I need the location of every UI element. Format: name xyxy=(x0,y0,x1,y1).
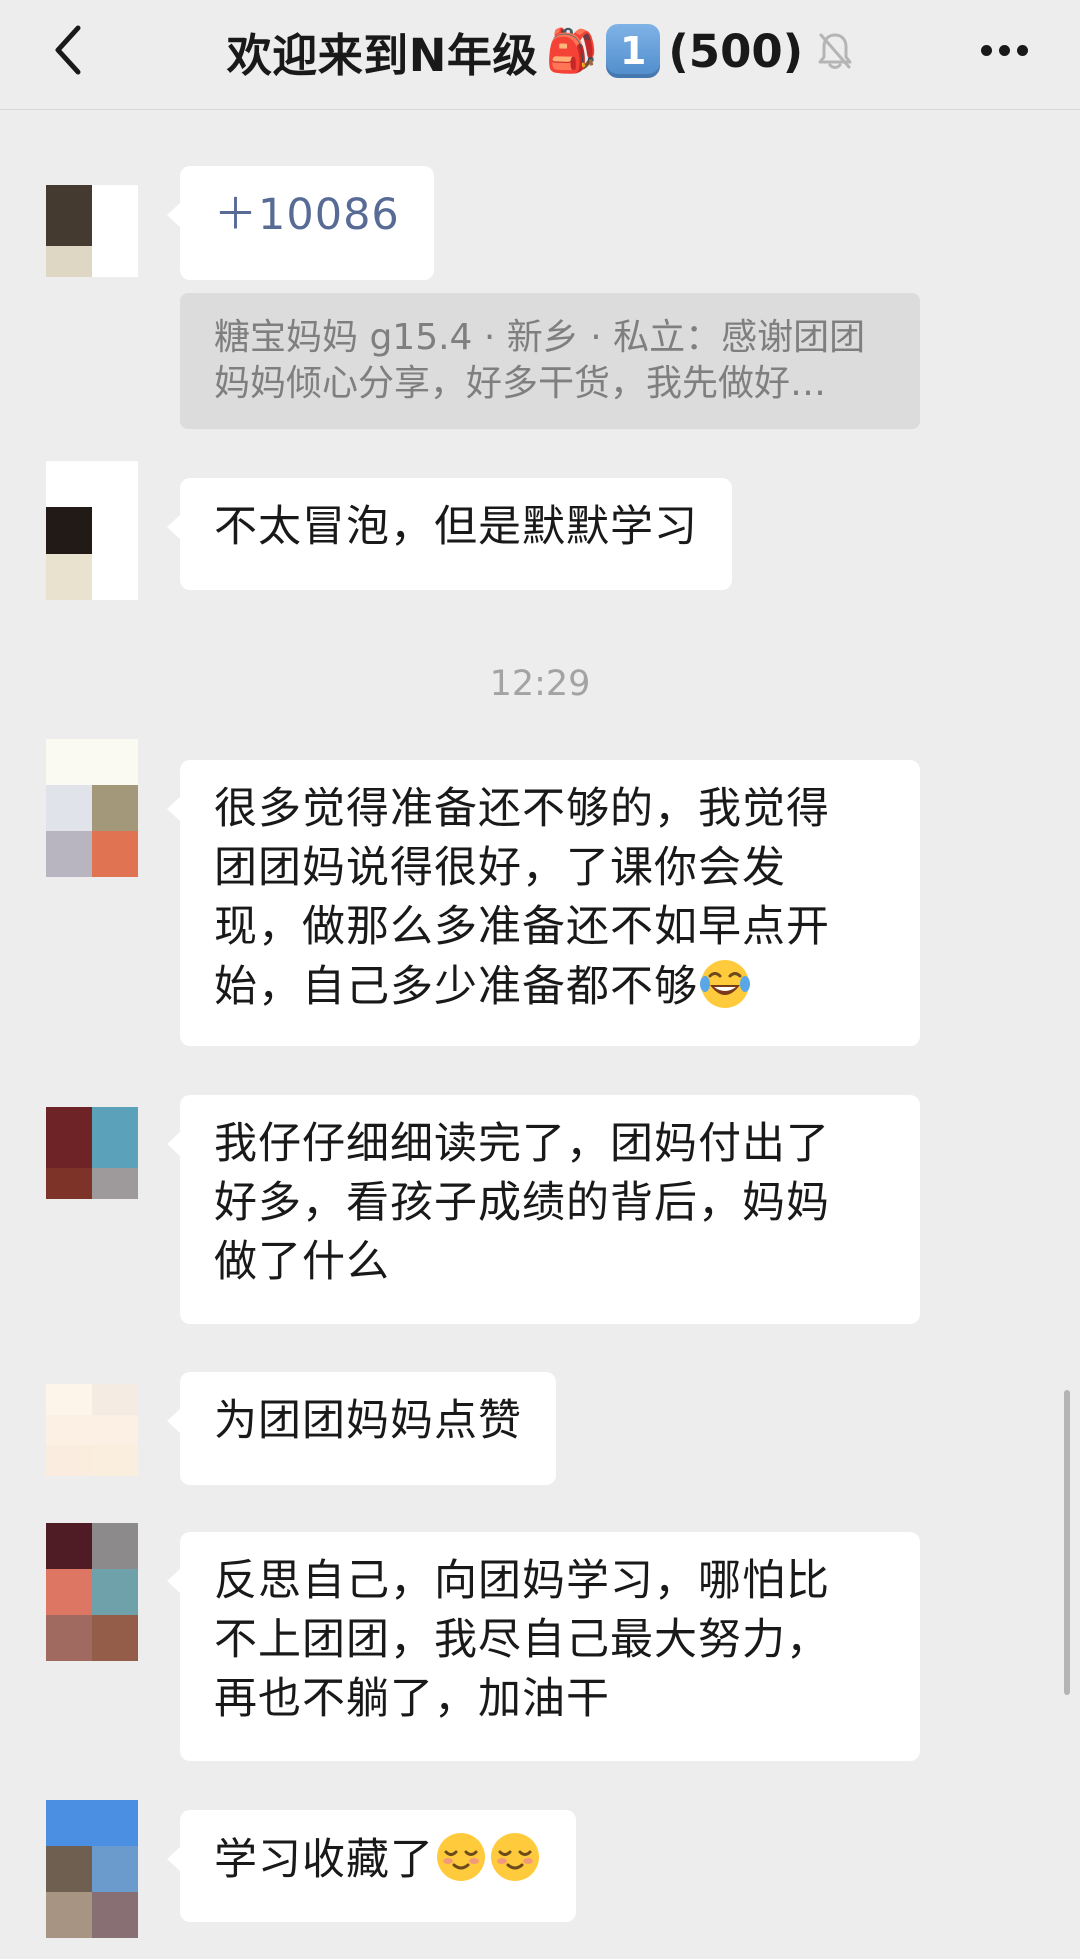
quote-line: 妈妈倾心分享，好多干货，我先做好… xyxy=(214,363,827,404)
chat-header: 欢迎来到N年级 🎒 1 (500) xyxy=(0,0,1080,110)
member-count: (500) xyxy=(668,24,804,78)
back-button[interactable] xyxy=(36,18,100,82)
group-name: 欢迎来到N年级 xyxy=(226,28,538,82)
quoted-message[interactable]: 糖宝妈妈 g15.4 · 新乡 · 私立：感谢团团 妈妈倾心分享，好多干货，我先… xyxy=(180,293,920,429)
chat-title[interactable]: 欢迎来到N年级 🎒 1 (500) xyxy=(140,14,940,88)
blushing-smile-emoji xyxy=(491,1833,539,1881)
message-line: 很多觉得准备还不够的，我觉得 xyxy=(214,784,830,834)
quote-line: 糖宝妈妈 g15.4 · 新乡 · 私立：感谢团团 xyxy=(214,317,866,358)
avatar[interactable] xyxy=(46,739,138,877)
more-dot xyxy=(998,44,1010,56)
more-dot xyxy=(1016,44,1028,56)
message-bubble[interactable]: 不太冒泡，但是默默学习 xyxy=(167,478,732,590)
avatar[interactable] xyxy=(46,185,138,277)
chevron-left-icon xyxy=(55,25,81,75)
message-bubble[interactable]: 很多觉得准备还不够的，我觉得 团团妈说得很好，了课你会发 现，做那么多准备还不如… xyxy=(167,760,920,1046)
bell-off-icon xyxy=(818,33,852,69)
backpack-icon: 🎒 xyxy=(545,26,599,75)
blushing-smile-emoji xyxy=(437,1833,485,1881)
more-options-button[interactable] xyxy=(964,26,1044,74)
message-bubble[interactable]: 学习收藏了 xyxy=(167,1810,576,1922)
message-text: 学习收藏了 xyxy=(214,1835,434,1885)
message-line: 再也不躺了，加油干 xyxy=(214,1674,610,1724)
avatar[interactable] xyxy=(46,1384,138,1476)
timestamp: 12:29 xyxy=(489,664,591,704)
message-bubble[interactable]: ＋10086 xyxy=(167,166,434,280)
laughing-tears-emoji xyxy=(700,960,750,1008)
message-line: 我仔仔细细读完了，团妈付出了 xyxy=(214,1119,830,1169)
avatar[interactable] xyxy=(46,461,138,600)
message-text: 不太冒泡，但是默默学习 xyxy=(214,502,698,552)
message-line: 反思自己，向团妈学习，哪怕比 xyxy=(214,1556,830,1606)
message-bubble[interactable]: 为团团妈妈点赞 xyxy=(167,1372,556,1485)
keycap-one-icon: 1 xyxy=(606,24,661,78)
message-bubble[interactable]: 我仔仔细细读完了，团妈付出了 好多，看孩子成绩的背后，妈妈 做了什么 xyxy=(167,1095,920,1324)
message-bubble[interactable]: 反思自己，向团妈学习，哪怕比 不上团团，我尽自己最大努力， 再也不躺了，加油干 xyxy=(167,1532,920,1761)
message-line: 始，自己多少准备都不够 xyxy=(214,962,698,1012)
more-dots-icon xyxy=(980,44,992,56)
message-line: 不上团团，我尽自己最大努力， xyxy=(214,1615,830,1665)
message-line: 做了什么 xyxy=(214,1237,390,1287)
avatar[interactable] xyxy=(46,1107,138,1199)
message-line: 好多，看孩子成绩的背后，妈妈 xyxy=(214,1178,830,1228)
avatar[interactable] xyxy=(46,1800,138,1938)
message-text: 为团团妈妈点赞 xyxy=(214,1396,522,1446)
message-line: 团团妈说得很好，了课你会发 xyxy=(214,843,786,893)
phone-number-link[interactable]: ＋10086 xyxy=(214,186,400,245)
avatar[interactable] xyxy=(46,1523,138,1661)
scrollbar[interactable] xyxy=(1064,1390,1070,1695)
message-line: 现，做那么多准备还不如早点开 xyxy=(214,902,830,952)
